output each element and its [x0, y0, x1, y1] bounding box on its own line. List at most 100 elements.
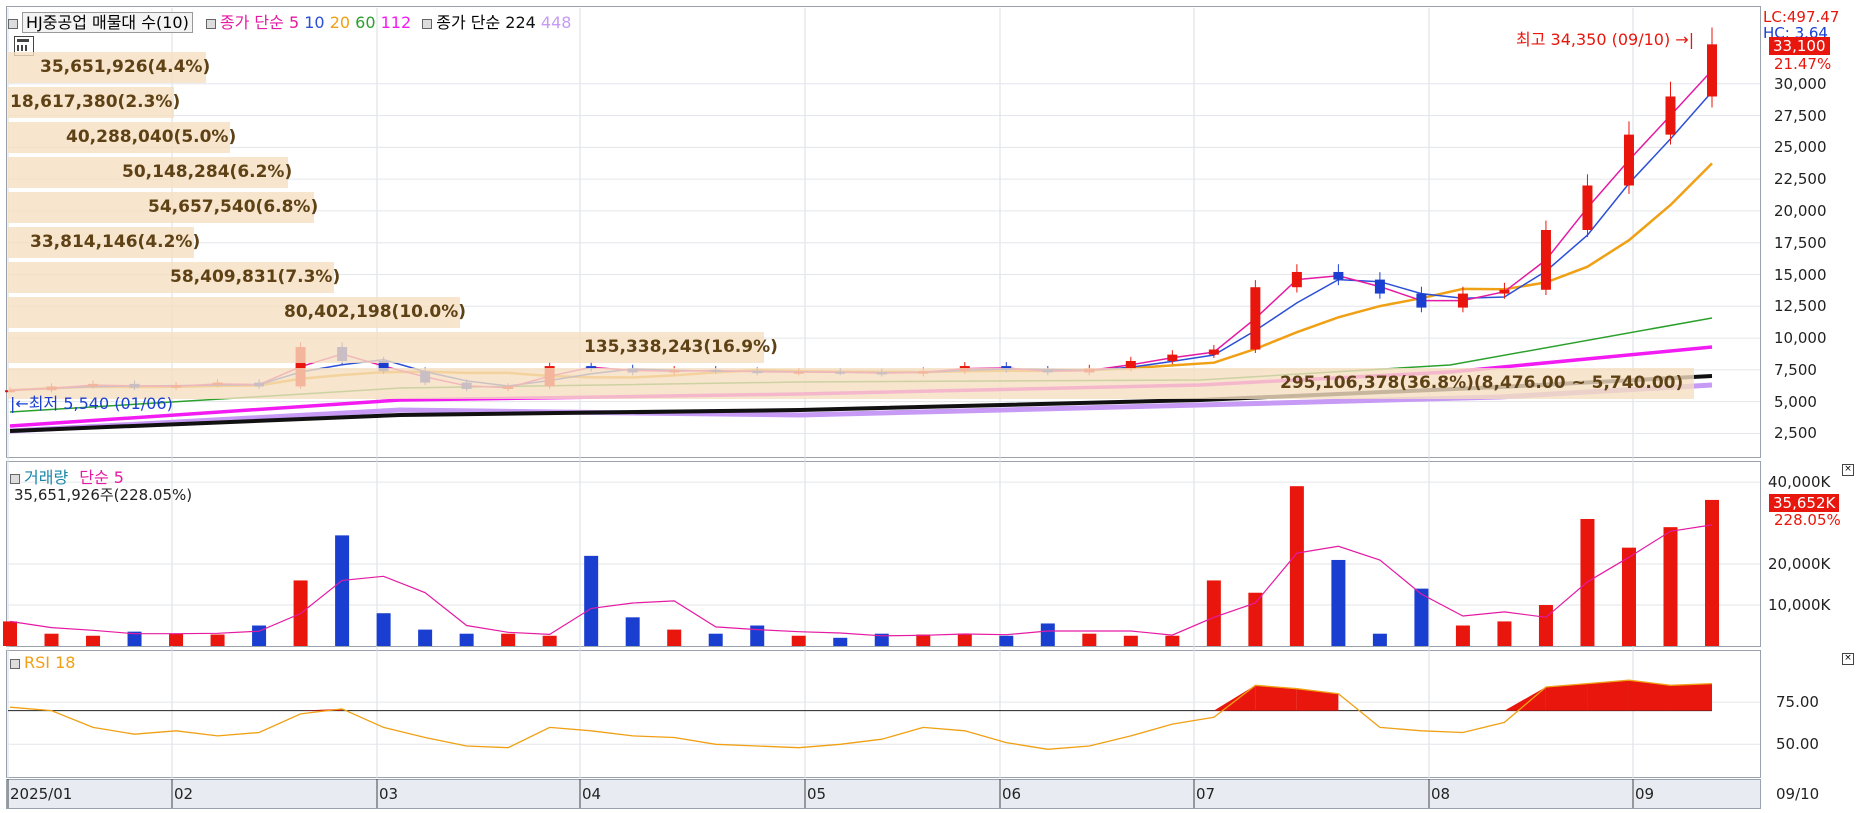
candle-body [1416, 293, 1427, 308]
chart-canvas[interactable] [0, 0, 1858, 813]
x-tick-label: 08 [1431, 785, 1451, 803]
candle-body [1374, 279, 1385, 294]
x-tick-label: 02 [174, 785, 194, 803]
x-end-label: 09/10 [1776, 785, 1820, 803]
ma-label[interactable]: 종가 단순 [220, 13, 284, 32]
volume-bar [459, 633, 474, 646]
ma-period-60[interactable]: 60 [350, 13, 375, 32]
candle-body [1291, 271, 1302, 288]
volume-bar [44, 633, 59, 646]
price-legend: HJ중공업 매물대 수(10) 종가 단순 5 10 20 60 112 종가 … [8, 9, 571, 33]
x-tick-label: 03 [379, 785, 399, 803]
volume-bar [1248, 592, 1263, 646]
volume-bar [708, 633, 723, 646]
price-tick-label: 15,000 [1774, 265, 1827, 284]
volume-ma-line [9, 524, 1713, 637]
close-pane-icon[interactable]: × [1842, 653, 1854, 665]
rsi-tick-label: 50.00 [1776, 735, 1819, 754]
candle-body [1208, 349, 1219, 355]
candle-body [1707, 44, 1717, 97]
volume-current-badge: 35,652K [1769, 494, 1840, 512]
volume-bar [1538, 605, 1553, 646]
ma-period-20[interactable]: 20 [325, 13, 350, 32]
rsi-line [9, 679, 1713, 750]
price-tick-label: 10,000 [1774, 329, 1827, 348]
volume-bar [376, 613, 391, 646]
volume-bar [1289, 486, 1304, 646]
rsi-overbought-fill [1255, 685, 1297, 711]
volume-bar [667, 629, 682, 646]
volume-current: 35,651,926주(228.05%) [14, 486, 193, 504]
volume-bar [1705, 499, 1719, 646]
volume-bar [210, 634, 225, 646]
rsi-overbought-fill [1670, 683, 1712, 711]
legend-square-icon [10, 658, 20, 669]
volume-bar [501, 633, 516, 646]
price-tick-label: 17,500 [1774, 233, 1827, 252]
volume-bar [1372, 633, 1387, 646]
candle-body [1333, 271, 1344, 280]
candle-body [1499, 289, 1510, 294]
volume-bar [1621, 547, 1636, 646]
x-tick-label: 2025/01 [10, 785, 73, 803]
volume-profile-label: 58,409,831(7.3%) [170, 267, 341, 287]
ma-long-periods: 224 448 [505, 13, 571, 32]
volume-profile-label: 295,106,378(36.8%)(8,476.00 ~ 5,740.00) [1280, 373, 1684, 393]
volume-bar [584, 555, 599, 646]
volume-bar [957, 633, 972, 646]
x-tick-label: 07 [1196, 785, 1216, 803]
rsi-overbought-fill [1587, 680, 1629, 711]
legend-square-icon [8, 18, 18, 29]
x-tick-label: 06 [1002, 785, 1022, 803]
ma-period-448[interactable]: 448 [536, 13, 572, 32]
ma-long-label[interactable]: 종가 단순 [436, 13, 500, 32]
high-annotation: 최고 34,350 (09/10) →| [1516, 26, 1694, 50]
volume-bar [999, 635, 1014, 646]
volume-bar [750, 625, 765, 646]
ma-period-112[interactable]: 112 [376, 13, 412, 32]
ma-period-5[interactable]: 5 [289, 13, 299, 32]
close-pane-icon[interactable]: × [1842, 464, 1854, 476]
volume-tick-label: 40,000K [1768, 473, 1831, 492]
legend-square-icon [422, 18, 433, 29]
legend-square-icon [205, 18, 216, 29]
rsi-legend: RSI 18 [10, 653, 75, 672]
volume-bar [86, 635, 101, 646]
candle-body [1623, 134, 1634, 186]
volume-bar [1123, 635, 1138, 646]
candle-body [1540, 230, 1551, 290]
price-tick-label: 2,500 [1774, 424, 1817, 443]
price-tick-label: 25,000 [1774, 138, 1827, 157]
candle-body [1457, 293, 1468, 308]
rsi-overbought-fill [1296, 688, 1339, 711]
rsi-overbought-fill [1545, 683, 1588, 711]
rsi-overbought-fill [1504, 686, 1546, 711]
change-pct: 21.47% [1774, 55, 1832, 73]
candle-body [1665, 96, 1676, 135]
x-tick-label: 04 [582, 785, 602, 803]
volume-bar [1663, 527, 1678, 646]
price-tick-label: 20,000 [1774, 201, 1827, 220]
volume-pct: 228.05% [1774, 511, 1841, 529]
x-tick-label: 05 [807, 785, 827, 803]
arrow-left-icon: |← [10, 394, 29, 413]
candle-body [1250, 287, 1261, 350]
dist-title[interactable]: HJ중공업 매물대 수(10) [22, 12, 193, 33]
ma-period-224[interactable]: 224 [505, 13, 536, 32]
ma-period-10[interactable]: 10 [299, 13, 324, 32]
volume-bar [791, 635, 806, 646]
volume-bar [1497, 621, 1512, 646]
volume-profile-label: 33,814,146(4.2%) [30, 232, 201, 252]
volume-bar [833, 637, 848, 646]
volume-bar [335, 535, 350, 646]
rsi-title[interactable]: RSI 18 [24, 653, 75, 672]
volume-profile-label: 80,402,198(10.0%) [284, 302, 467, 322]
high-annotation-text: 최고 34,350 (09/10) [1516, 30, 1671, 49]
volume-profile-label: 40,288,040(5.0%) [66, 127, 237, 147]
volume-bar [1331, 559, 1346, 646]
rsi-tick-label: 75.00 [1776, 693, 1819, 712]
volume-bar [3, 621, 17, 646]
volume-bar [169, 633, 184, 646]
volume-profile-label: 18,617,380(2.3%) [10, 92, 181, 112]
current-price-badge: 33,100 [1769, 37, 1830, 55]
